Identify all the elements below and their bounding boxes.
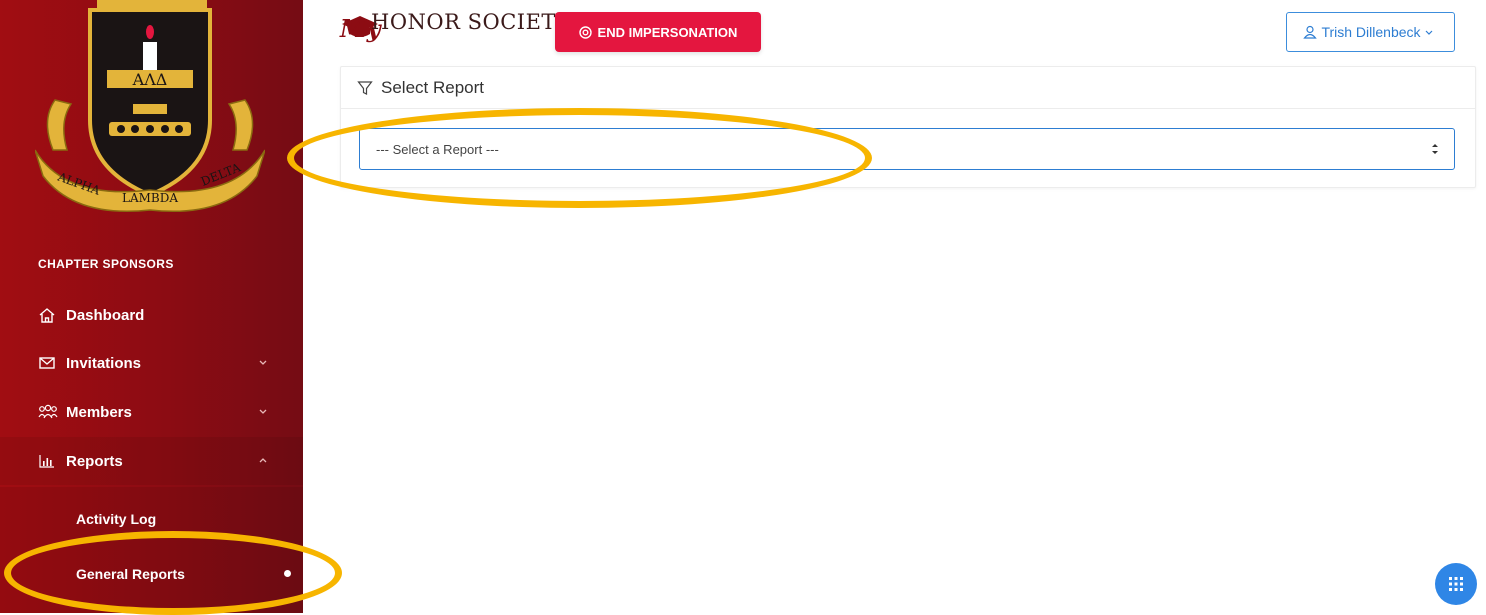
mail-icon: [38, 354, 66, 372]
chevron-down-icon: [259, 409, 267, 414]
card-title: Select Report: [381, 77, 484, 97]
chevron-down-icon: [259, 360, 267, 365]
user-name: Trish Dillenbeck: [1321, 24, 1421, 40]
card-header: Select Report: [341, 67, 1475, 109]
home-icon: [38, 306, 66, 324]
chapter-crest-logo: ΑΛΔ ALPHA LAMBDA DELTA: [35, 0, 265, 213]
sidebar: ΑΛΔ ALPHA LAMBDA DELTA CHAPTER SPONSORS …: [0, 0, 303, 613]
chevron-down-icon: [1425, 30, 1432, 35]
end-impersonation-button[interactable]: END IMPERSONATION: [555, 12, 761, 52]
sidebar-item-label: Invitations: [66, 354, 142, 372]
user-menu-button[interactable]: Trish Dillenbeck: [1286, 12, 1455, 52]
submenu-item-general-reports[interactable]: General Reports: [76, 566, 185, 582]
report-select-value: --- Select a Report ---: [376, 141, 499, 157]
select-report-card: Select Report --- Select a Report ---: [340, 66, 1476, 188]
end-impersonation-label: END IMPERSONATION: [597, 24, 738, 40]
grid-icon: [1449, 577, 1463, 591]
active-indicator-dot: [284, 570, 291, 577]
sidebar-item-reports[interactable]: Reports: [0, 437, 303, 485]
chevron-up-icon: [259, 458, 267, 463]
bar-chart-icon: [38, 452, 66, 470]
sidebar-item-label: Members: [66, 403, 132, 421]
filter-icon: [357, 80, 373, 95]
sidebar-item-members[interactable]: Members: [0, 388, 303, 436]
sidebar-item-label: Dashboard: [66, 306, 145, 324]
submenu-item-activity-log[interactable]: Activity Log: [76, 511, 156, 527]
brand-name: HONOR SOCIETY: [371, 10, 571, 34]
target-icon: [578, 25, 592, 39]
sidebar-section-title: CHAPTER SPONSORS: [38, 257, 174, 271]
sidebar-item-label: Reports: [66, 452, 123, 470]
select-arrows-icon: [1432, 144, 1438, 154]
svg-text:ΑΛΔ: ΑΛΔ: [132, 70, 168, 89]
sidebar-item-invitations[interactable]: Invitations: [0, 339, 303, 387]
user-icon: [1303, 25, 1318, 39]
users-icon: [38, 403, 66, 421]
sidebar-item-dashboard[interactable]: Dashboard: [0, 291, 303, 339]
reports-submenu: [0, 487, 303, 613]
svg-text:LAMBDA: LAMBDA: [122, 191, 178, 205]
report-select[interactable]: --- Select a Report ---: [359, 128, 1455, 170]
apps-grid-button[interactable]: [1435, 563, 1477, 605]
